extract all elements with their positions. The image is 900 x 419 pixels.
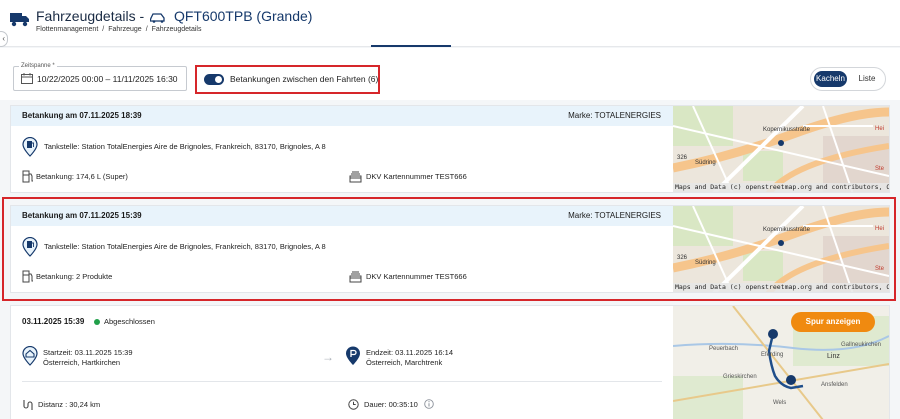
trip-divider (22, 381, 662, 382)
map-marker[interactable] (778, 140, 784, 146)
fuel-pump-icon (22, 170, 33, 183)
map-label-gallneukirchen: Gallneukirchen (841, 342, 881, 348)
home-pin-icon (22, 346, 38, 366)
map-label-linz: Linz (827, 353, 840, 360)
refuel-card-header: Betankung am 07.11.2025 15:39 Marke: TOT… (11, 206, 674, 226)
date-range-label: Zeitspanne * (19, 63, 57, 69)
parking-pin-icon (346, 346, 360, 365)
fuel-card-text: DKV Kartennummer TEST666 (366, 272, 467, 281)
show-track-button[interactable]: Spur anzeigen (791, 312, 875, 332)
map-label-grieskirchen: Grieskirchen (723, 374, 757, 380)
refuel-card-header: Betankung am 07.11.2025 18:39 Marke: TOT… (11, 106, 674, 126)
map-label-street-b: Südring (695, 260, 716, 266)
map-label-peuerbach: Peuerbach (709, 346, 738, 352)
map-tiles: Kopernikusstraße Südring 326 Hei Ste (673, 206, 889, 292)
fuel-card-text: DKV Kartennummer TEST666 (366, 172, 467, 181)
view-tiles-button[interactable]: Kacheln (814, 71, 847, 87)
map-credit: Maps and Data (c) openstreetmap.org and … (673, 183, 889, 192)
refuel-brand: Marke: TOTALENERGIES (568, 211, 661, 220)
clock-icon (348, 399, 359, 410)
breadcrumb-separator: / (145, 26, 148, 33)
breadcrumb-flottenmanagement[interactable]: Flottenmanagement (36, 26, 98, 33)
trip-start-place: Österreich, Hartkirchen (43, 358, 121, 367)
date-range-field[interactable]: 10/22/2025 00:00 – 11/11/2025 16:30 (13, 66, 187, 91)
fuel-station-pin-icon (22, 237, 38, 257)
trip-end-time: Endzeit: 03.11.2025 16:14 (366, 348, 454, 357)
fuel-pump-icon (22, 270, 33, 283)
trip-start: Startzeit: 03.11.2025 15:39 Österreich, … (22, 346, 312, 370)
station-text: Tankstelle: Station TotalEnergies Aire d… (44, 142, 326, 151)
location-map[interactable]: Kopernikusstraße Südring 326 Hei Ste Map… (673, 206, 889, 292)
truck-icon (10, 13, 29, 27)
trip-end: Endzeit: 03.11.2025 16:14 Österreich, Ma… (345, 346, 645, 370)
toggle-knob (215, 76, 222, 83)
map-label-street-b: Südring (695, 160, 716, 166)
breadcrumb: Flottenmanagement / Fahrzeuge / Fahrzeugdeta… (36, 26, 201, 33)
map-marker[interactable] (778, 240, 784, 246)
map-label-eferding: Eferding (761, 352, 783, 358)
map-tiles: Kopernikusstraße Südring 326 Hei Ste (673, 106, 889, 192)
trip-date: 03.11.2025 15:39 (22, 317, 85, 326)
trip-distance-text: Distanz : 30,24 km (38, 400, 101, 409)
map-label-suffix-b: Ste (875, 166, 885, 172)
map-label-street-a: Kopernikusstraße (763, 127, 811, 133)
trip-start-time: Startzeit: 03.11.2025 15:39 (43, 348, 133, 357)
sidebar-collapse-button[interactable]: ‹ (0, 31, 8, 47)
fuel-amount-text: Betankung: 2 Produkte (36, 272, 113, 281)
info-icon[interactable] (424, 399, 434, 409)
page-header: Fahrzeugdetails - QFT600TPB (Grande) Flo… (0, 0, 900, 47)
trip-distance: Distanz : 30,24 km (22, 398, 172, 412)
active-tab-indicator (371, 45, 451, 47)
refuel-title: Betankung am 07.11.2025 15:39 (22, 211, 142, 220)
refuel-toggle-switch[interactable] (204, 74, 224, 85)
station-text: Tankstelle: Station TotalEnergies Aire d… (44, 242, 326, 251)
filter-bar: 10/22/2025 00:00 – 11/11/2025 16:30 Zeit… (0, 48, 900, 100)
trip-card[interactable]: 03.11.2025 15:39 Abgeschlossen Startzeit… (10, 305, 890, 419)
vehicle-plate: QFT600TPB (Grande) (173, 8, 313, 24)
view-list-button[interactable]: Liste (853, 71, 881, 87)
breadcrumb-fahrzeuge[interactable]: Fahrzeuge (108, 26, 141, 33)
view-mode-toggle: Kacheln Liste (810, 67, 886, 91)
map-label-road-number: 326 (677, 155, 688, 161)
trip-end-place: Österreich, Marchtrenk (366, 358, 443, 367)
fuel-station-pin-icon (22, 137, 38, 157)
map-label-suffix-b: Ste (875, 266, 885, 272)
map-label-wels: Wels (773, 400, 786, 406)
refuel-card[interactable]: Betankung am 07.11.2025 15:39 Marke: TOT… (10, 205, 890, 293)
fuel-amount-text: Betankung: 174,6 L (Super) (36, 172, 128, 181)
route-icon (23, 400, 33, 410)
refuel-toggle-highlight: Betankungen zwischen den Fahrten (6) (195, 65, 380, 94)
refuel-toggle-label[interactable]: Betankungen zwischen den Fahrten (6) (230, 74, 378, 84)
car-icon (150, 13, 165, 23)
map-credit: Maps and Data (c) openstreetmap.org and … (673, 283, 889, 292)
arrow-right-icon: → (322, 350, 334, 364)
fuel-card-icon (349, 271, 362, 283)
date-range-value: 10/22/2025 00:00 – 11/11/2025 16:30 (37, 74, 178, 84)
trip-start-marker[interactable] (768, 329, 778, 339)
map-label-suffix-a: Hei (875, 126, 884, 132)
trip-end-marker[interactable] (786, 375, 796, 385)
refuel-card[interactable]: Betankung am 07.11.2025 18:39 Marke: TOT… (10, 105, 890, 193)
status-dot (94, 319, 100, 325)
breadcrumb-fahrzeugdetails: Fahrzeugdetails (151, 26, 202, 33)
trip-duration-text: Dauer: 00:35:10 (364, 400, 418, 409)
map-label-ansfelden: Ansfelden (821, 382, 848, 388)
trip-map[interactable]: Peuerbach Linz Gallneukirchen Grieskirch… (673, 306, 889, 419)
page-title: Fahrzeugdetails - QFT600TPB (Grande) (36, 8, 312, 24)
trip-duration: Dauer: 00:35:10 (348, 398, 498, 412)
calendar-icon (21, 73, 33, 84)
map-label-road-number: 326 (677, 255, 688, 261)
title-text: Fahrzeugdetails - (36, 8, 145, 24)
breadcrumb-separator: / (102, 26, 105, 33)
location-map[interactable]: Kopernikusstraße Südring 326 Hei Ste Map… (673, 106, 889, 192)
page: Fahrzeugdetails - QFT600TPB (Grande) Flo… (0, 0, 900, 419)
fuel-card-icon (349, 171, 362, 183)
map-label-street-a: Kopernikusstraße (763, 227, 811, 233)
trip-status: Abgeschlossen (104, 317, 155, 326)
refuel-title: Betankung am 07.11.2025 18:39 (22, 111, 142, 120)
refuel-brand: Marke: TOTALENERGIES (568, 111, 661, 120)
map-label-suffix-a: Hei (875, 226, 884, 232)
